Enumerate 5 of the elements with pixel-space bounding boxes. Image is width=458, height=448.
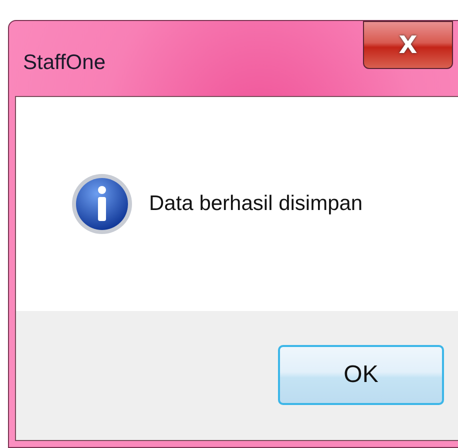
window-title: StaffOne [23, 50, 106, 76]
ok-button[interactable]: OK [278, 345, 444, 405]
info-icon [71, 173, 133, 235]
close-button[interactable]: X [363, 21, 453, 69]
message-text: Data berhasil disimpan [149, 191, 363, 218]
